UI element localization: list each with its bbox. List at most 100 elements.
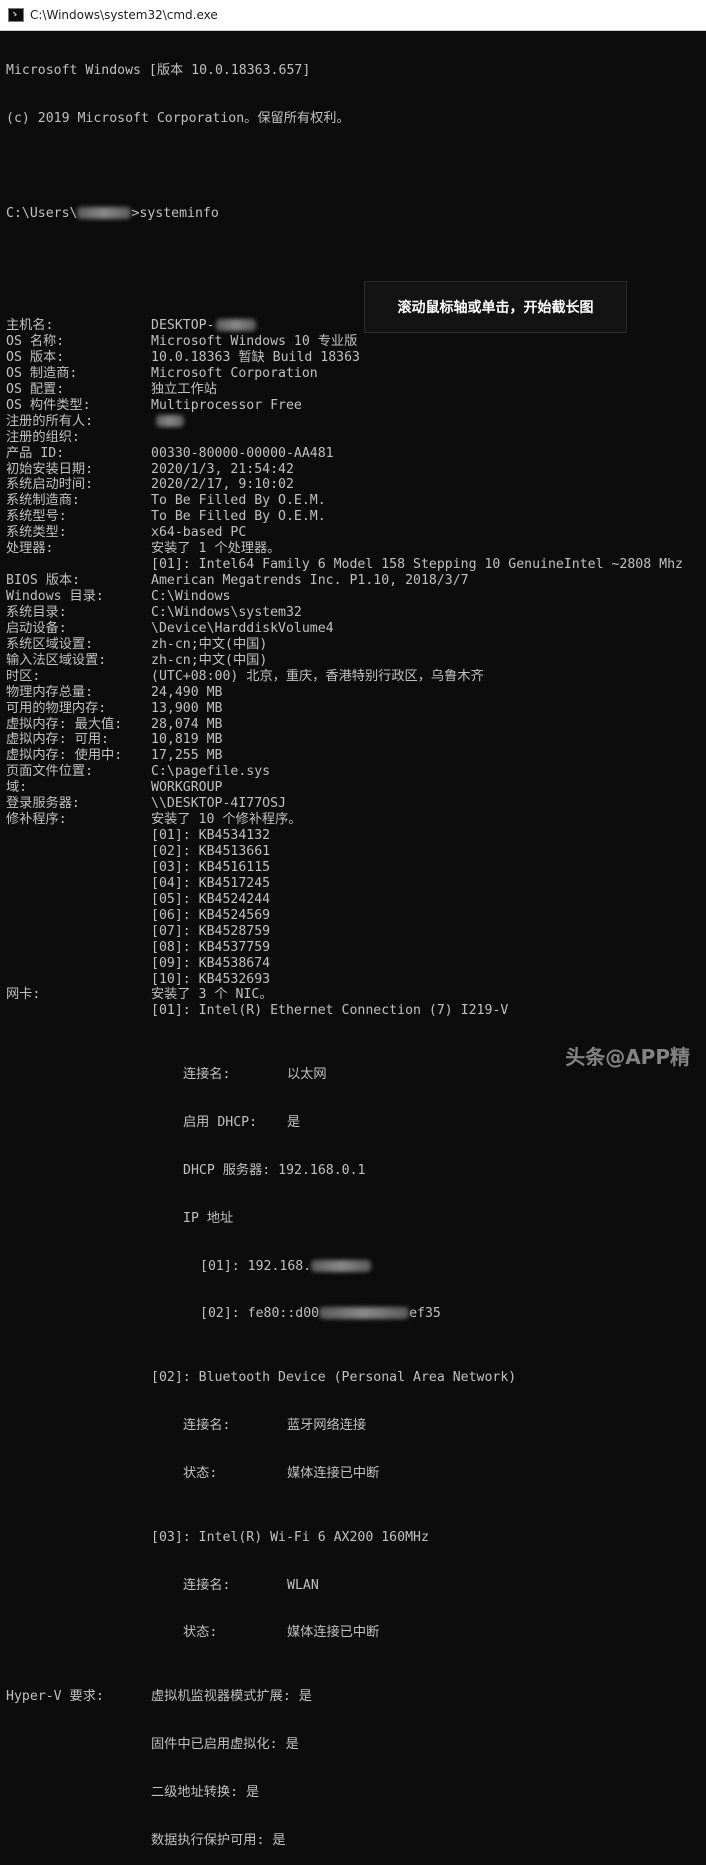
sysinfo-value: [10]: KB4532693 [151,971,271,987]
redacted-username [77,207,132,220]
sysinfo-row: 系统区域设置: zh-cn;中文(中国) [6,637,700,653]
hyperv-line-1: Hyper-V 要求: 虚拟机监视器模式扩展: 是 [6,1689,312,1705]
sysinfo-value: Multiprocessor Free [151,397,302,413]
sysinfo-value: 24,490 MB [151,684,223,700]
watermark: 头条@APP精 [565,1045,690,1069]
sysinfo-row: [03]: KB4516115 [6,860,700,876]
sysinfo-key: 登录服务器: [6,796,80,812]
sysinfo-row: 网卡: 安装了 3 个 NIC。 [6,987,700,1003]
sysinfo-key: 虚拟内存: 使用中: [6,748,123,764]
sysinfo-row: [05]: KB4524244 [6,892,700,908]
sysinfo-key: 修补程序: [6,812,67,828]
sysinfo-value: To Be Filled By O.E.M. [151,509,326,525]
console-line: Microsoft Windows [版本 10.0.18363.657] [6,62,311,78]
sysinfo-value: Microsoft Corporation [151,365,318,381]
long-screenshot-tip[interactable]: 滚动鼠标轴或单击，开始截长图 [364,281,627,333]
sysinfo-value: [01]: Intel64 Family 6 Model 158 Steppin… [151,557,683,573]
nic3-state: 状态: 媒体连接已中断 [183,1625,380,1641]
sysinfo-key: 主机名: [6,318,54,334]
sysinfo-value: [05]: KB4524244 [151,891,271,907]
tip-text: 滚动鼠标轴或单击，开始截长图 [397,300,594,316]
sysinfo-value: 安装了 3 个 NIC。 [151,987,273,1003]
sysinfo-row: OS 配置: 独立工作站 [6,382,700,398]
sysinfo-value: [09]: KB4538674 [151,955,271,971]
sysinfo-key: 域: [6,780,28,796]
sysinfo-value: 13,900 MB [151,700,223,716]
sysinfo-key: 系统区域设置: [6,636,94,652]
sysinfo-value: [01]: Intel(R) Ethernet Connection (7) I… [151,1003,509,1019]
sysinfo-value: 2020/2/17, 9:10:02 [151,477,294,493]
sysinfo-row: [06]: KB4524569 [6,908,700,924]
sysinfo-value: DESKTOP- [151,318,215,334]
nic1-dhcp-server: DHCP 服务器: 192.168.0.1 [183,1162,366,1178]
sysinfo-key: OS 制造商: [6,365,78,381]
sysinfo-value: (UTC+08:00) 北京，重庆，香港特别行政区，乌鲁木齐 [151,668,484,684]
sysinfo-key: 可用的物理内存: [6,700,107,716]
sysinfo-row: Windows 目录: C:\Windows [6,589,700,605]
console-line: (c) 2019 Microsoft Corporation。保留所有权利。 [6,110,350,126]
sysinfo-key: 系统型号: [6,509,67,525]
sysinfo-row: 可用的物理内存: 13,900 MB [6,701,700,717]
sysinfo-row: [09]: KB4538674 [6,956,700,972]
sysinfo-row: [07]: KB4528759 [6,924,700,940]
sysinfo-value: [07]: KB4528759 [151,923,271,939]
nic1-ip-2: [02]: fe80::d00 ef35 [200,1306,441,1322]
sysinfo-key: Windows 目录: [6,589,104,605]
sysinfo-row: 物理内存总量: 24,490 MB [6,685,700,701]
hyperv-line-2: 固件中已启用虚拟化: 是 [151,1737,299,1753]
sysinfo-value: 28,074 MB [151,716,223,732]
redacted-ip [319,1307,410,1320]
sysinfo-row: 虚拟内存: 可用: 10,819 MB [6,732,700,748]
sysinfo-row: [02]: KB4513661 [6,844,700,860]
sysinfo-row: OS 制造商: Microsoft Corporation [6,366,700,382]
sysinfo-row: [01]: Intel(R) Ethernet Connection (7) I… [6,1003,700,1019]
nic3-connection-name: 连接名: WLAN [183,1577,319,1593]
window-title: C:\Windows\system32\cmd.exe [30,8,218,22]
sysinfo-row: 系统型号: To Be Filled By O.E.M. [6,509,700,525]
sysinfo-row: BIOS 版本: American Megatrends Inc. P1.10, … [6,573,700,589]
sysinfo-value: zh-cn;中文(中国) [151,652,268,668]
sysinfo-key: 系统类型: [6,525,67,541]
sysinfo-value: 独立工作站 [151,381,217,397]
sysinfo-key: 虚拟内存: 可用: [6,732,109,748]
sysinfo-value: [01]: KB4534132 [151,828,271,844]
sysinfo-value: 10,819 MB [151,732,223,748]
sysinfo-row: [10]: KB4532693 [6,972,700,988]
sysinfo-row: 虚拟内存: 使用中: 17,255 MB [6,748,700,764]
sysinfo-key: 虚拟内存: 最大值: [6,716,123,732]
redacted-value [216,319,256,332]
sysinfo-key: 处理器: [6,541,54,557]
sysinfo-key: 系统启动时间: [6,477,94,493]
sysinfo-value: [06]: KB4524569 [151,907,271,923]
sysinfo-row: 产品 ID: 00330-80000-00000-AA481 [6,446,700,462]
sysinfo-row: 系统目录: C:\Windows\system32 [6,605,700,621]
sysinfo-key: 注册的组织: [6,429,80,445]
sysinfo-value: [08]: KB4537759 [151,939,271,955]
sysinfo-row: [04]: KB4517245 [6,876,700,892]
sysinfo-row: 时区: (UTC+08:00) 北京，重庆，香港特别行政区，乌鲁木齐 [6,669,700,685]
sysinfo-row: 系统制造商: To Be Filled By O.E.M. [6,493,700,509]
sysinfo-value: [04]: KB4517245 [151,875,271,891]
sysinfo-value: 00330-80000-00000-AA481 [151,445,334,461]
sysinfo-key: 时区: [6,668,41,684]
nic3-title: [03]: Intel(R) Wi-Fi 6 AX200 160MHz [151,1529,429,1545]
sysinfo-key: 产品 ID: [6,445,65,461]
sysinfo-key: 网卡: [6,987,41,1003]
sysinfo-value: C:\Windows\system32 [151,604,302,620]
sysinfo-key: 物理内存总量: [6,684,94,700]
hyperv-line-3: 二级地址转换: 是 [151,1784,260,1800]
sysinfo-value: Microsoft Windows 10 专业版 [151,334,358,350]
sysinfo-key: OS 构件类型: [6,397,91,413]
sysinfo-key: BIOS 版本: [6,573,81,589]
nic1-dhcp-enabled: 启用 DHCP: 是 [183,1115,301,1131]
sysinfo-row: 虚拟内存: 最大值: 28,074 MB [6,717,700,733]
sysinfo-key: 启动设备: [6,620,67,636]
sysinfo-value: 10.0.18363 暂缺 Build 18363 [151,349,360,365]
sysinfo-row: 登录服务器: \\DESKTOP-4I77OSJ [6,796,700,812]
sysinfo-key: 系统目录: [6,604,67,620]
sysinfo-key: OS 名称: [6,334,65,350]
sysinfo-value: WORKGROUP [151,780,223,796]
nic1-ip-label: IP 地址 [183,1210,234,1226]
sysinfo-value: [02]: KB4513661 [151,844,271,860]
